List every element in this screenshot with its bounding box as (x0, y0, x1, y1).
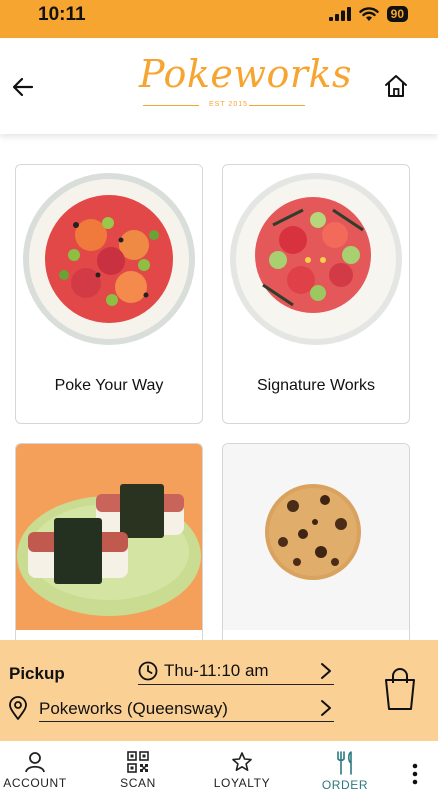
pokeworks-logo: Pokeworks EST 2015 (139, 52, 353, 116)
pickup-location-value: Pokeworks (Queensway) (39, 699, 334, 722)
logo-tagline: EST 2015 (209, 101, 249, 108)
signature-bowl-image (223, 165, 409, 351)
shopping-bag-icon[interactable] (383, 667, 417, 711)
nav-order-label: ORDER (321, 778, 369, 792)
chevron-right-icon (321, 700, 331, 716)
menu-card-cookie[interactable] (222, 443, 410, 653)
home-icon[interactable] (383, 73, 409, 99)
nav-account[interactable]: ACCOUNT (0, 751, 75, 790)
pickup-time-value: Thu-11:10 am (164, 661, 269, 680)
pickup-label: Pickup (9, 664, 65, 683)
fork-knife-icon (337, 751, 352, 775)
qr-code-icon (127, 751, 149, 773)
app-header: Pokeworks EST 2015 (0, 38, 438, 134)
nav-loyalty[interactable]: LOYALTY (202, 751, 282, 790)
menu-card-musubi[interactable] (15, 443, 203, 653)
status-bar: 10:11 90 (0, 0, 438, 38)
pickup-bar: Pickup Thu-11:10 am Pokeworks (Queensway… (0, 640, 438, 741)
status-icons: 90 (328, 6, 408, 22)
back-arrow-icon[interactable] (10, 74, 36, 100)
nav-scan[interactable]: SCAN (98, 751, 178, 790)
more-options-icon[interactable] (408, 761, 422, 787)
menu-card-poke-your-way[interactable]: Poke Your Way (15, 164, 203, 424)
location-pin-icon (9, 696, 27, 720)
signal-icon (328, 7, 351, 21)
nav-loyalty-label: LOYALTY (213, 776, 271, 790)
menu-card-signature-works[interactable]: Signature Works (222, 164, 410, 424)
star-icon (232, 752, 252, 771)
bottom-navigation: ACCOUNT SCAN LOYALTY ORDER (0, 741, 438, 800)
pickup-location-selector[interactable]: Pokeworks (Queensway) (8, 696, 334, 722)
nav-account-label: ACCOUNT (3, 776, 67, 790)
wifi-icon (358, 6, 379, 21)
pickup-time-selector[interactable]: Thu-11:10 am (138, 657, 334, 685)
poke-bowl-image (16, 165, 202, 351)
clock-icon (138, 661, 158, 681)
logo-text: Pokeworks (139, 52, 353, 96)
chevron-right-icon (321, 663, 331, 679)
logo-rule-right (249, 105, 305, 106)
logo-rule-left (143, 105, 199, 106)
nav-scan-label: SCAN (120, 776, 156, 790)
status-time: 10:11 (38, 4, 86, 25)
nav-order[interactable]: ORDER (305, 751, 385, 792)
account-icon (25, 752, 45, 773)
menu-card-label: Poke Your Way (54, 377, 164, 394)
spam-musubi-image (16, 444, 202, 630)
battery-level: 90 (386, 6, 408, 22)
menu-card-label: Signature Works (257, 377, 375, 394)
cookie-image (223, 444, 409, 630)
